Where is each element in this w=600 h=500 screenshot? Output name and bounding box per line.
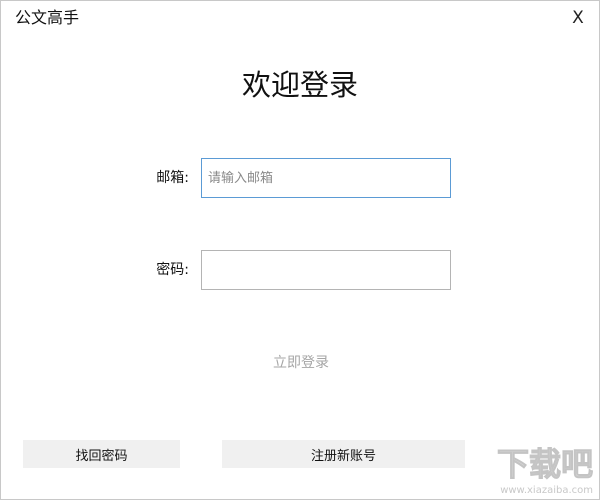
password-input[interactable]	[201, 250, 451, 290]
window-title: 公文高手	[15, 8, 80, 27]
watermark-url: www.xiazaiba.com	[500, 485, 593, 496]
close-button[interactable]: X	[566, 6, 590, 30]
page-title: 欢迎登录	[241, 68, 358, 102]
login-window: 公文高手 X 欢迎登录 邮箱: 密码: 立即登录 找回密码 注册新账号 下载吧 …	[0, 0, 600, 500]
email-input[interactable]	[201, 158, 451, 198]
password-label: 密码:	[156, 262, 189, 278]
login-button[interactable]: 立即登录	[251, 350, 351, 374]
register-account-button[interactable]: 注册新账号	[222, 440, 465, 468]
email-label: 邮箱:	[156, 170, 189, 186]
recover-password-button[interactable]: 找回密码	[23, 440, 180, 468]
watermark-logo: 下载吧 www.xiazaiba.com	[496, 445, 593, 497]
watermark-text: 下载吧	[497, 445, 593, 483]
